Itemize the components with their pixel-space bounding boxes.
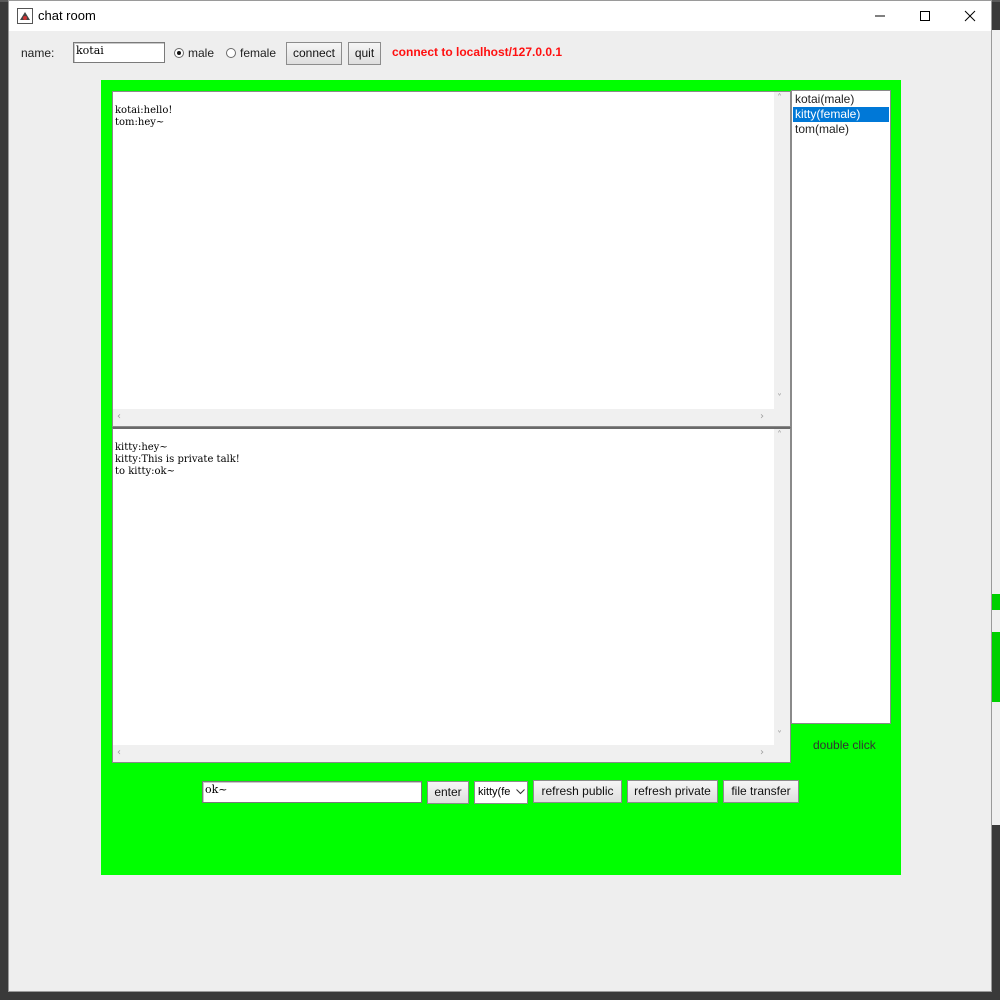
name-input[interactable]: kotai [73,42,165,63]
minimize-button[interactable] [857,1,903,31]
window-title: chat room [38,8,96,23]
scroll-up-icon[interactable]: ˄ [777,94,782,104]
user-list-item[interactable]: kotai(male) [793,92,889,107]
chevron-down-icon [514,782,525,803]
private-chat-area[interactable]: kitty:hey~ kitty:This is private talk! t… [112,427,791,763]
private-chat-vertical-scrollbar[interactable]: ˄ ˅ [774,429,790,747]
close-button[interactable] [947,1,993,31]
gender-male-label[interactable]: male [188,46,214,60]
refresh-private-button[interactable]: refresh private [627,780,718,803]
refresh-public-button[interactable]: refresh public [533,780,622,803]
double-click-hint: double click [813,738,876,752]
quit-button[interactable]: quit [348,42,381,65]
private-chat-text: kitty:hey~ kitty:This is private talk! t… [115,442,240,477]
message-input[interactable]: ok~ [202,781,422,803]
connection-status: connect to localhost/127.0.0.1 [392,45,563,59]
gender-female-label[interactable]: female [240,46,276,60]
scroll-left-icon[interactable]: ‹ [117,412,121,422]
public-chat-area[interactable]: kotai:hello! tom:hey~ ˄ ˅ ‹ › [112,91,791,427]
close-icon [964,10,976,22]
java-app-icon [17,8,33,24]
name-label: name: [21,46,55,60]
public-chat-vertical-scrollbar[interactable]: ˄ ˅ [774,92,790,410]
user-list-item-selected[interactable]: kitty(female) [793,107,889,122]
maximize-icon [920,11,930,21]
public-chat-text: kotai:hello! tom:hey~ [115,105,173,128]
background-window-edge [992,594,1000,610]
user-list-item[interactable]: tom(male) [793,122,889,137]
chat-room-window: chat room name: kotai male female connec… [8,0,992,992]
minimize-icon [875,15,885,17]
connect-button[interactable]: connect [286,42,342,65]
scroll-left-icon[interactable]: ‹ [117,748,121,758]
scroll-up-icon[interactable]: ˄ [777,431,782,441]
title-bar[interactable]: chat room [9,1,991,31]
background-window-edge [992,632,1000,702]
scroll-right-icon[interactable]: › [760,412,764,422]
scroll-corner [774,745,790,762]
maximize-button[interactable] [902,1,948,31]
recipient-select[interactable]: kitty(fe [474,781,528,804]
user-list[interactable]: kotai(male) kitty(female) tom(male) [791,90,891,724]
scroll-down-icon[interactable]: ˅ [777,731,782,741]
public-chat-horizontal-scrollbar[interactable]: ‹ › [113,409,774,426]
recipient-select-value: kitty(fe [478,786,511,798]
gender-female-radio[interactable] [226,48,236,58]
gender-male-radio[interactable] [174,48,184,58]
file-transfer-button[interactable]: file transfer [723,780,799,803]
scroll-corner [774,409,790,426]
desktop-background-right [992,30,1000,825]
scroll-right-icon[interactable]: › [760,748,764,758]
private-chat-horizontal-scrollbar[interactable]: ‹ › [113,745,774,762]
chat-panel: kotai:hello! tom:hey~ ˄ ˅ ‹ › kitty:hey~… [101,80,901,875]
scroll-down-icon[interactable]: ˅ [777,394,782,404]
enter-button[interactable]: enter [427,781,469,804]
